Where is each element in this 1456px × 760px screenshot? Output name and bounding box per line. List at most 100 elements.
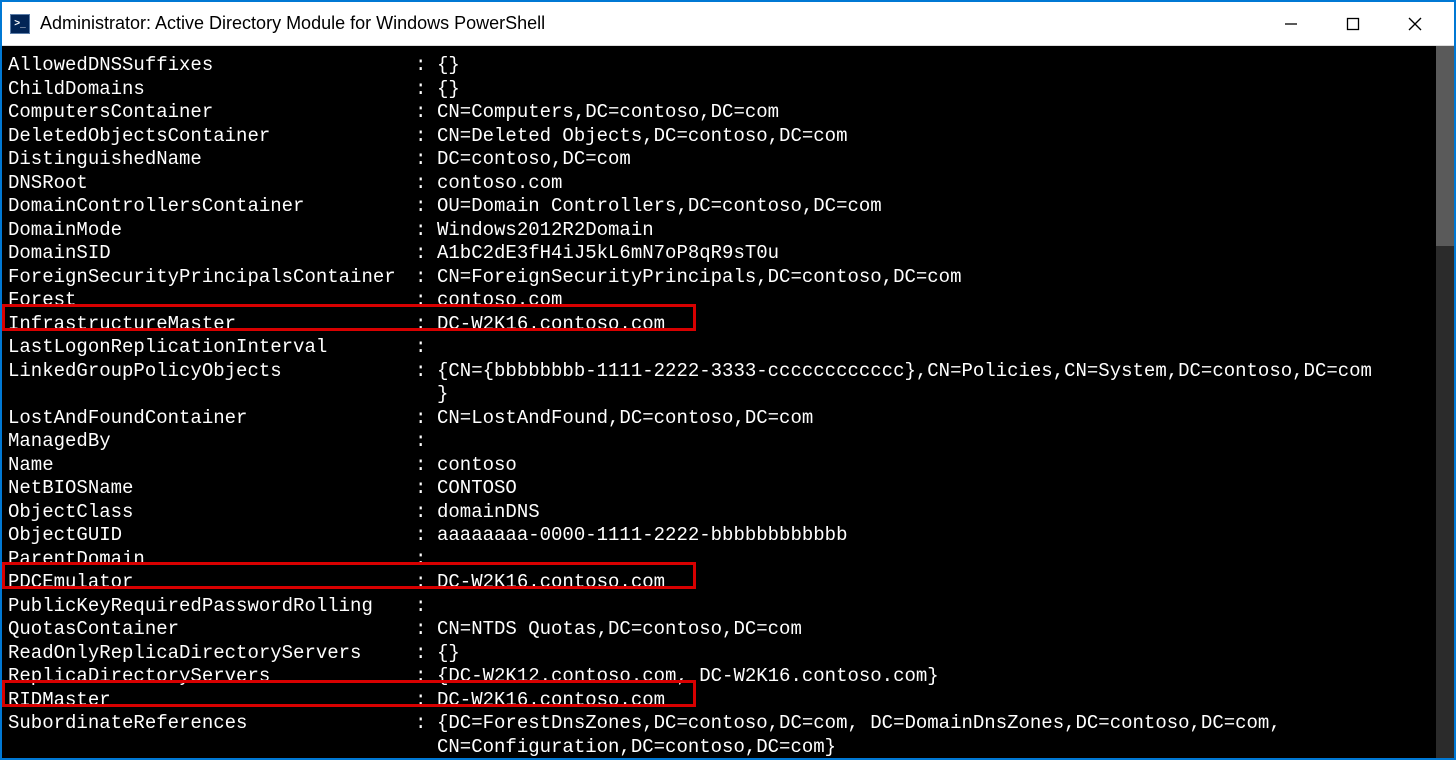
maximize-button[interactable] [1322, 4, 1384, 44]
separator: : [415, 595, 437, 619]
output-row: InfrastructureMaster: DC-W2K16.contoso.c… [8, 313, 1450, 337]
separator: : [415, 548, 437, 572]
separator: : [415, 524, 437, 548]
property-name: ReadOnlyReplicaDirectoryServers [8, 642, 415, 666]
property-value: contoso.com [437, 172, 1450, 196]
output-row: DomainControllersContainer: OU=Domain Co… [8, 195, 1450, 219]
close-button[interactable] [1384, 4, 1446, 44]
maximize-icon [1346, 17, 1360, 31]
property-value [437, 336, 1450, 360]
output-row: ParentDomain: [8, 548, 1450, 572]
property-value: CN=ForeignSecurityPrincipals,DC=contoso,… [437, 266, 1450, 290]
close-icon [1408, 17, 1422, 31]
terminal-output: AllowedDNSSuffixes: {}ChildDomains: {}Co… [2, 46, 1454, 758]
property-name: QuotasContainer [8, 618, 415, 642]
separator: : [415, 360, 437, 384]
property-value: {} [437, 54, 1450, 78]
property-value: A1bC2dE3fH4iJ5kL6mN7oP8qR9sT0u [437, 242, 1450, 266]
scrollbar-thumb[interactable] [1436, 46, 1454, 246]
output-row: LostAndFoundContainer: CN=LostAndFound,D… [8, 407, 1450, 431]
minimize-icon [1284, 17, 1298, 31]
output-row: } [8, 383, 1450, 407]
output-row: DeletedObjectsContainer: CN=Deleted Obje… [8, 125, 1450, 149]
separator: : [415, 219, 437, 243]
property-name: ManagedBy [8, 430, 415, 454]
titlebar: Administrator: Active Directory Module f… [2, 2, 1454, 46]
scrollbar-track[interactable] [1436, 46, 1454, 758]
property-name: ChildDomains [8, 78, 415, 102]
separator: : [415, 336, 437, 360]
property-name: InfrastructureMaster [8, 313, 415, 337]
property-value: CN=Computers,DC=contoso,DC=com [437, 101, 1450, 125]
output-row: RIDMaster: DC-W2K16.contoso.com [8, 689, 1450, 713]
separator: : [415, 642, 437, 666]
output-row: DomainSID: A1bC2dE3fH4iJ5kL6mN7oP8qR9sT0… [8, 242, 1450, 266]
property-name: DeletedObjectsContainer [8, 125, 415, 149]
property-name: DistinguishedName [8, 148, 415, 172]
property-name: SubordinateReferences [8, 712, 415, 736]
property-name: Name [8, 454, 415, 478]
property-value [437, 548, 1450, 572]
separator: : [415, 125, 437, 149]
minimize-button[interactable] [1260, 4, 1322, 44]
property-value: {DC-W2K12.contoso.com, DC-W2K16.contoso.… [437, 665, 1450, 689]
separator: : [415, 266, 437, 290]
window-title: Administrator: Active Directory Module f… [40, 13, 1260, 34]
output-row: ManagedBy: [8, 430, 1450, 454]
property-value: DC-W2K16.contoso.com [437, 313, 1450, 337]
property-value: DC-W2K16.contoso.com [437, 689, 1450, 713]
property-name [8, 736, 415, 759]
property-value: contoso.com [437, 289, 1450, 313]
property-value: } [437, 383, 1450, 407]
property-name: Forest [8, 289, 415, 313]
property-name: DomainMode [8, 219, 415, 243]
window-controls [1260, 4, 1446, 44]
property-value: domainDNS [437, 501, 1450, 525]
property-value: aaaaaaaa-0000-1111-2222-bbbbbbbbbbbb [437, 524, 1450, 548]
output-row: ChildDomains: {} [8, 78, 1450, 102]
powershell-icon [10, 14, 30, 34]
property-name: LinkedGroupPolicyObjects [8, 360, 415, 384]
property-value: contoso [437, 454, 1450, 478]
separator [415, 383, 437, 407]
terminal-area[interactable]: AllowedDNSSuffixes: {}ChildDomains: {}Co… [2, 46, 1454, 758]
property-value: DC-W2K16.contoso.com [437, 571, 1450, 595]
output-row: CN=Configuration,DC=contoso,DC=com} [8, 736, 1450, 759]
separator: : [415, 618, 437, 642]
separator: : [415, 501, 437, 525]
separator: : [415, 712, 437, 736]
output-row: ObjectGUID: aaaaaaaa-0000-1111-2222-bbbb… [8, 524, 1450, 548]
property-value: {DC=ForestDnsZones,DC=contoso,DC=com, DC… [437, 712, 1450, 736]
property-value: CN=Deleted Objects,DC=contoso,DC=com [437, 125, 1450, 149]
property-name: AllowedDNSSuffixes [8, 54, 415, 78]
property-value: {} [437, 642, 1450, 666]
separator: : [415, 289, 437, 313]
property-name: RIDMaster [8, 689, 415, 713]
output-row: SubordinateReferences: {DC=ForestDnsZone… [8, 712, 1450, 736]
property-name: ReplicaDirectoryServers [8, 665, 415, 689]
separator: : [415, 313, 437, 337]
property-value [437, 595, 1450, 619]
separator: : [415, 430, 437, 454]
separator: : [415, 477, 437, 501]
separator: : [415, 172, 437, 196]
output-row: NetBIOSName: CONTOSO [8, 477, 1450, 501]
output-row: PublicKeyRequiredPasswordRolling: [8, 595, 1450, 619]
output-row: ReplicaDirectoryServers: {DC-W2K12.conto… [8, 665, 1450, 689]
output-row: ObjectClass: domainDNS [8, 501, 1450, 525]
property-name: DomainControllersContainer [8, 195, 415, 219]
output-row: DomainMode: Windows2012R2Domain [8, 219, 1450, 243]
output-row: DNSRoot: contoso.com [8, 172, 1450, 196]
output-row: ForeignSecurityPrincipalsContainer: CN=F… [8, 266, 1450, 290]
property-value: DC=contoso,DC=com [437, 148, 1450, 172]
property-value: CN=Configuration,DC=contoso,DC=com} [437, 736, 1450, 759]
property-name [8, 383, 415, 407]
output-row: ComputersContainer: CN=Computers,DC=cont… [8, 101, 1450, 125]
separator [415, 736, 437, 759]
separator: : [415, 689, 437, 713]
property-name: DomainSID [8, 242, 415, 266]
property-name: ObjectClass [8, 501, 415, 525]
separator: : [415, 454, 437, 478]
output-row: ReadOnlyReplicaDirectoryServers: {} [8, 642, 1450, 666]
output-row: AllowedDNSSuffixes: {} [8, 54, 1450, 78]
